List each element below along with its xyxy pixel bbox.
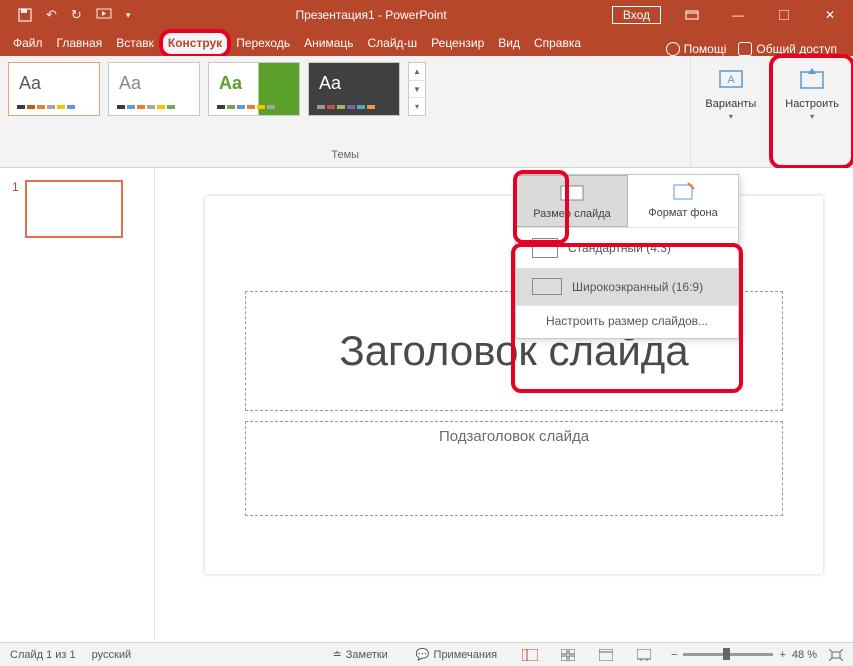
ribbon-display-icon[interactable] [669,0,715,30]
title-bar: ↶ ↻ ▾ Презентация1 - PowerPoint Вход — ✕ [0,0,853,30]
theme-thumb-3[interactable]: Aa [208,62,300,116]
theme-thumb-4[interactable]: Aa [308,62,400,116]
theme-thumb-1[interactable]: Aa [8,62,100,116]
undo-icon[interactable]: ↶ [46,7,57,23]
zoom-percent[interactable]: 48 % [792,649,817,661]
save-icon[interactable] [18,8,32,22]
slide-size-icon [559,182,585,204]
status-bar: Слайд 1 из 1 русский ≐Заметки 💬Примечани… [0,642,853,666]
zoom-slider[interactable] [683,653,773,656]
reading-view-icon[interactable] [595,647,617,663]
ribbon-tabs: Файл Главная Вставк Конструк Переходь Ан… [0,30,853,56]
format-background-button[interactable]: Формат фона [628,175,738,227]
share-icon [738,42,752,56]
tab-file[interactable]: Файл [6,31,50,56]
zoom-out-icon[interactable]: − [671,649,677,661]
tell-me-button[interactable]: Помощі [666,42,727,56]
size-option-standard[interactable]: Стандартный (4:3) [516,228,738,268]
maximize-icon[interactable] [761,0,807,30]
qat-customize-icon[interactable]: ▾ [126,10,131,21]
zoom-in-icon[interactable]: + [779,649,785,661]
tab-review[interactable]: Рецензир [424,31,491,56]
minimize-icon[interactable]: — [715,0,761,30]
customize-dropdown: Размер слайда Формат фона Стандартный (4… [515,174,739,339]
normal-view-icon[interactable] [519,647,541,663]
svg-text:A: A [727,74,735,86]
customize-icon [798,66,826,94]
variants-icon: A [717,66,745,94]
theme-thumb-2[interactable]: Aa [108,62,200,116]
tab-home[interactable]: Главная [50,31,110,56]
theme-expand-icon[interactable]: ▾ [409,98,425,115]
close-icon[interactable]: ✕ [807,0,853,30]
size-option-widescreen[interactable]: Широкоэкранный (16:9) [516,268,738,305]
slideshow-qat-icon[interactable] [96,8,112,22]
lightbulb-icon [666,42,680,56]
variants-button[interactable]: A Варианты▾ [699,62,762,126]
comments-button[interactable]: 💬Примечания [416,648,497,661]
status-language[interactable]: русский [92,649,131,661]
share-button[interactable]: Общий доступ [738,42,837,56]
theme-scroll-up-icon[interactable]: ▲ [409,63,425,81]
notes-icon: ≐ [333,648,342,661]
tab-help[interactable]: Справка [527,31,588,56]
aspect-16-9-icon [532,278,562,295]
slide-thumb-number: 1 [12,180,19,194]
redo-icon[interactable]: ↻ [71,7,82,23]
slide-thumbnail-1[interactable] [25,180,123,238]
slide-thumbnail-panel: 1 [0,168,155,642]
slide-size-button[interactable]: Размер слайда [516,175,628,227]
format-bg-icon [670,181,696,203]
size-option-custom[interactable]: Настроить размер слайдов... [516,305,738,338]
group-label-themes: Темы [8,147,682,165]
slide-canvas[interactable]: Заголовок слайда Подзаголовок слайда [155,168,853,642]
aspect-4-3-icon [532,238,558,258]
tab-animations[interactable]: Анимаць [297,31,360,56]
document-title: Презентация1 - PowerPoint [295,8,446,22]
slide-subtitle-placeholder[interactable]: Подзаголовок слайда [245,421,783,516]
fit-to-window-icon[interactable] [829,649,843,661]
tab-transitions[interactable]: Переходь [229,31,297,56]
tab-view[interactable]: Вид [491,31,527,56]
slideshow-view-icon[interactable] [633,647,655,663]
status-slide-counter: Слайд 1 из 1 [10,649,76,661]
customize-button[interactable]: Настроить▾ [779,62,845,126]
tab-design[interactable]: Конструк [161,31,229,56]
tab-insert[interactable]: Вставк [109,31,161,56]
comments-icon: 💬 [416,648,430,661]
tab-slideshow[interactable]: Слайд-ш [361,31,425,56]
signin-button[interactable]: Вход [612,6,661,24]
theme-scroller[interactable]: ▲▼▾ [408,62,426,116]
notes-button[interactable]: ≐Заметки [333,648,388,661]
sorter-view-icon[interactable] [557,647,579,663]
theme-scroll-down-icon[interactable]: ▼ [409,81,425,99]
ribbon-design: Aa Aa Aa Aa ▲▼▾ Темы A Варианты▾ Настрои… [0,56,853,168]
